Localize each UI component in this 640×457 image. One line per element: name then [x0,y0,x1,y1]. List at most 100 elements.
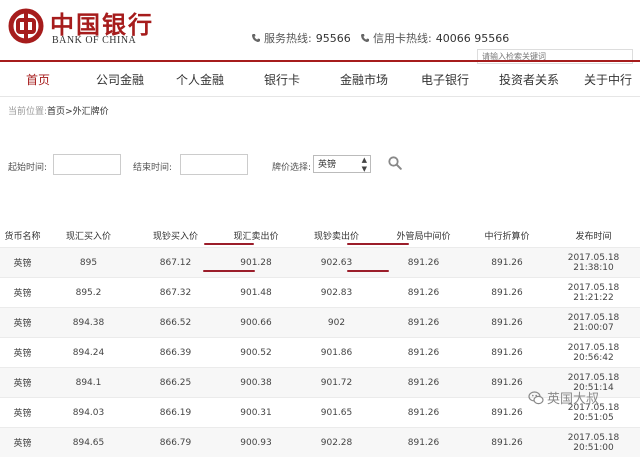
cell-publish-time: 2017.05.18 21:00:07 [547,308,640,338]
cell-safe-middle-rate: 891.26 [380,338,467,368]
cell-currency: 英镑 [0,308,45,338]
cell-publish-time: 2017.05.18 21:21:22 [547,278,640,308]
nav-item-financial-markets[interactable]: 金融市场 [340,71,388,88]
cell-spot-buy: 895 [45,248,132,278]
cell-spot-buy: 894.24 [45,338,132,368]
service-hotline-number: 95566 [316,32,351,45]
cell-cash-buy: 866.25 [132,368,219,398]
cell-spot-sell: 900.93 [219,428,293,457]
cell-currency: 英镑 [0,368,45,398]
table-row: 英镑894.38866.52900.66902891.26891.262017.… [0,308,640,338]
cell-boc-conversion-rate: 891.26 [467,278,547,308]
cell-safe-middle-rate: 891.26 [380,428,467,457]
header-underline-mark [347,243,409,245]
breadcrumb: 当前位置:首页>外汇牌价 [8,104,109,117]
service-hotline-label: 服务热线: [264,32,312,45]
cell-cash-sell: 901.86 [293,338,380,368]
table-row: 英镑894.65866.79900.93902.28891.26891.2620… [0,428,640,457]
cell-publish-time: 2017.05.18 21:38:10 [547,248,640,278]
cell-currency: 英镑 [0,338,45,368]
nav-item-investor-relations[interactable]: 投资者关系 [499,71,559,88]
watermark: 英国大叔 [528,388,599,407]
cell-cash-buy: 866.79 [132,428,219,457]
cell-spot-buy: 894.03 [45,398,132,428]
cell-cash-sell: 901.65 [293,398,380,428]
cell-spot-sell: 900.38 [219,368,293,398]
cell-spot-sell: 901.48 [219,278,293,308]
table-header-row: 货币名称 现汇买入价 现钞买入价 现汇卖出价 现钞卖出价 外管局中间价 中行折算… [0,223,640,248]
cell-cash-buy: 866.39 [132,338,219,368]
cell-cash-sell: 902.83 [293,278,380,308]
cell-cash-buy: 867.32 [132,278,219,308]
value-underline-mark [347,270,389,272]
start-time-input[interactable] [53,154,121,175]
cell-cash-sell: 901.72 [293,368,380,398]
start-time-label: 起始时间: [8,160,47,173]
table-row: 英镑895.2867.32901.48902.83891.26891.26201… [0,278,640,308]
wechat-icon [528,390,544,406]
cell-publish-time: 2017.05.18 20:56:42 [547,338,640,368]
cell-safe-middle-rate: 891.26 [380,278,467,308]
cell-cash-sell: 902 [293,308,380,338]
select-arrows-icon: ▲▼ [362,156,367,174]
currency-select[interactable]: 英镑 ▲▼ [313,155,371,173]
phone-icon [360,33,370,43]
cell-boc-conversion-rate: 891.26 [467,308,547,338]
nav-item-home[interactable]: 首页 [26,71,50,88]
credit-card-hotline: 信用卡热线: 40066 95566 [360,30,509,46]
cell-currency: 英镑 [0,398,45,428]
value-underline-mark [203,270,255,272]
cell-spot-buy: 894.1 [45,368,132,398]
nav-item-personal-banking[interactable]: 个人金融 [176,71,224,88]
service-hotline: 服务热线: 95566 [251,30,351,46]
breadcrumb-prefix: 当前位置: [8,107,47,117]
cell-cash-sell: 902.63 [293,248,380,278]
end-time-input[interactable] [180,154,248,175]
brand-name-en: BANK OF CHINA [52,35,136,46]
cell-cash-buy: 866.52 [132,308,219,338]
nav-bottom-border [0,96,640,97]
cell-cash-buy: 867.12 [132,248,219,278]
cell-boc-conversion-rate: 891.26 [467,248,547,278]
search-icon[interactable] [388,156,402,170]
bank-of-china-logo-icon[interactable] [8,8,44,44]
exchange-rate-table: 货币名称 现汇买入价 现钞买入价 现汇卖出价 现钞卖出价 外管局中间价 中行折算… [0,223,640,457]
cell-boc-conversion-rate: 891.26 [467,338,547,368]
cell-cash-sell: 902.28 [293,428,380,457]
cell-spot-buy: 894.38 [45,308,132,338]
col-header-spot-buy: 现汇买入价 [45,223,132,248]
cell-spot-buy: 895.2 [45,278,132,308]
cell-safe-middle-rate: 891.26 [380,398,467,428]
cell-cash-buy: 866.19 [132,398,219,428]
credit-card-hotline-label: 信用卡热线: [373,32,432,45]
cell-spot-sell: 900.52 [219,338,293,368]
col-header-currency: 货币名称 [0,223,45,248]
cell-currency: 英镑 [0,248,45,278]
cell-boc-conversion-rate: 891.26 [467,428,547,457]
cell-spot-buy: 894.65 [45,428,132,457]
breadcrumb-current: 外汇牌价 [73,107,109,117]
credit-card-hotline-number: 40066 95566 [436,32,509,45]
cell-publish-time: 2017.05.18 20:51:00 [547,428,640,457]
table-row: 英镑895867.12901.28902.63891.26891.262017.… [0,248,640,278]
breadcrumb-separator: > [65,107,73,117]
cell-spot-sell: 900.31 [219,398,293,428]
col-header-boc-conversion-rate: 中行折算价 [467,223,547,248]
breadcrumb-home-link[interactable]: 首页 [47,107,65,117]
main-nav: 首页 公司金融 个人金融 银行卡 金融市场 电子银行 投资者关系 关于中行 [0,62,640,96]
phone-icon [251,33,261,43]
cell-spot-sell: 900.66 [219,308,293,338]
cell-currency: 英镑 [0,428,45,457]
watermark-text: 英国大叔 [547,392,599,407]
nav-item-e-banking[interactable]: 电子银行 [421,71,469,88]
nav-item-about-boc[interactable]: 关于中行 [584,71,632,88]
cell-safe-middle-rate: 891.26 [380,308,467,338]
cell-currency: 英镑 [0,278,45,308]
currency-select-label: 牌价选择: [272,160,311,173]
nav-item-corporate-banking[interactable]: 公司金融 [96,71,144,88]
site-header: 中国银行 BANK OF CHINA 服务热线:95566 信用卡热线:4006… [0,0,640,58]
cell-safe-middle-rate: 891.26 [380,248,467,278]
cell-spot-sell: 901.28 [219,248,293,278]
end-time-label: 结束时间: [133,160,172,173]
nav-item-bank-cards[interactable]: 银行卡 [264,71,300,88]
